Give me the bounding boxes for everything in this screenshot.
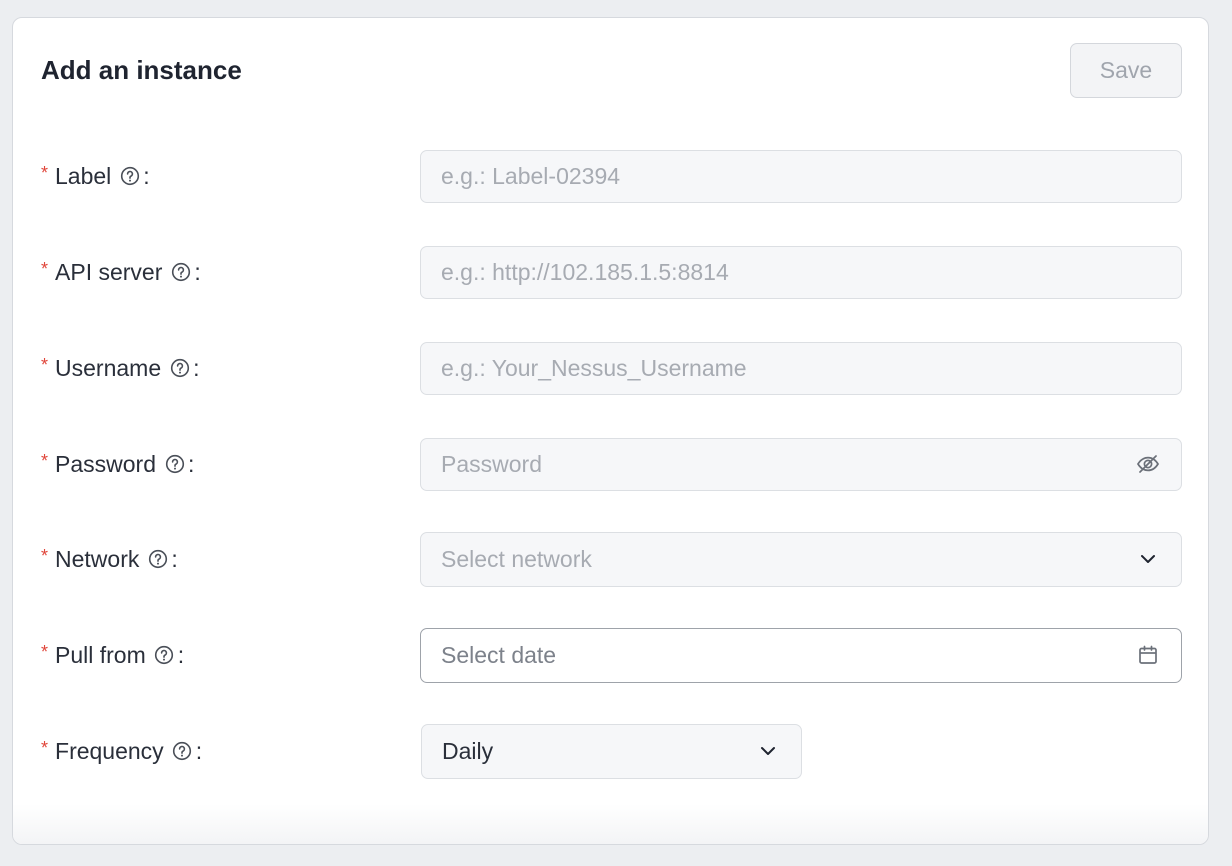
add-instance-card: Add an instance Save * Label : e.g.: Lab… — [12, 17, 1209, 845]
label-colon: : — [177, 641, 185, 668]
label-colon: : — [194, 258, 201, 285]
page-title: Add an instance — [41, 54, 242, 85]
required-marker: * — [41, 737, 49, 758]
network-select-placeholder: Select network — [441, 545, 592, 572]
question-circle-icon[interactable] — [154, 645, 175, 666]
password-input-placeholder: Password — [441, 450, 542, 477]
form-row-frequency: * Frequency : Daily — [41, 723, 1182, 779]
pull-from-label-text: Pull from — [55, 641, 146, 668]
form-row-password: * Password : Password — [41, 437, 1182, 491]
username-label-text: Username — [55, 354, 162, 381]
label-colon: : — [188, 450, 195, 477]
network-label-text: Network — [55, 545, 140, 572]
label-colon: : — [171, 545, 178, 572]
question-circle-icon[interactable] — [147, 549, 168, 570]
save-button[interactable]: Save — [1070, 42, 1182, 98]
form-row-label: * Label : e.g.: Label-02394 — [41, 149, 1182, 203]
field-label: * Frequency : — [41, 738, 421, 765]
required-marker: * — [41, 450, 49, 471]
frequency-select[interactable]: Daily — [421, 723, 802, 779]
field-label: * Network : — [41, 546, 420, 573]
question-circle-icon[interactable] — [170, 262, 191, 283]
api-server-input[interactable]: e.g.: http://102.185.1.5:8814 — [420, 245, 1182, 299]
label-colon: : — [193, 354, 200, 381]
username-input[interactable]: e.g.: Your_Nessus_Username — [420, 341, 1182, 395]
field-label: * Username : — [41, 355, 420, 382]
label-text: Label — [55, 162, 112, 189]
chevron-down-icon — [1135, 546, 1161, 572]
required-marker: * — [41, 545, 49, 566]
api-server-input-placeholder: e.g.: http://102.185.1.5:8814 — [441, 258, 729, 285]
required-marker: * — [41, 162, 49, 183]
frequency-label-text: Frequency — [55, 737, 164, 764]
field-label: * Password : — [41, 451, 420, 478]
network-select[interactable]: Select network — [420, 531, 1182, 587]
field-label: * API server : — [41, 259, 420, 286]
card-header: Add an instance Save — [41, 42, 1182, 98]
label-colon: : — [195, 737, 203, 764]
required-marker: * — [41, 258, 49, 279]
password-label-text: Password — [55, 450, 156, 477]
question-circle-icon[interactable] — [164, 454, 185, 475]
username-input-placeholder: e.g.: Your_Nessus_Username — [441, 354, 747, 381]
question-circle-icon[interactable] — [172, 741, 193, 762]
label-input[interactable]: e.g.: Label-02394 — [420, 149, 1182, 203]
frequency-selected-value: Daily — [442, 737, 494, 764]
form-row-api-server: * API server : e.g.: http://102.185.1.5:… — [41, 245, 1182, 299]
password-input[interactable]: Password — [420, 437, 1182, 491]
chevron-down-icon — [755, 738, 781, 764]
calendar-icon[interactable] — [1135, 642, 1161, 668]
label-colon: : — [143, 162, 150, 189]
form-row-pull-from: * Pull from : Select date — [41, 627, 1182, 683]
field-label: * Label : — [41, 163, 420, 190]
api-server-label-text: API server — [55, 258, 163, 285]
field-label: * Pull from : — [41, 642, 420, 669]
required-marker: * — [41, 641, 49, 662]
question-circle-icon[interactable] — [119, 166, 140, 187]
form-row-username: * Username : e.g.: Your_Nessus_Username — [41, 341, 1182, 395]
label-input-placeholder: e.g.: Label-02394 — [441, 162, 621, 189]
pull-from-date-picker[interactable]: Select date — [420, 627, 1182, 683]
question-circle-icon[interactable] — [169, 358, 190, 379]
pull-from-placeholder: Select date — [441, 641, 557, 668]
form-row-network: * Network : Select network — [41, 531, 1182, 587]
eye-slash-icon[interactable] — [1135, 451, 1161, 477]
required-marker: * — [41, 354, 49, 375]
